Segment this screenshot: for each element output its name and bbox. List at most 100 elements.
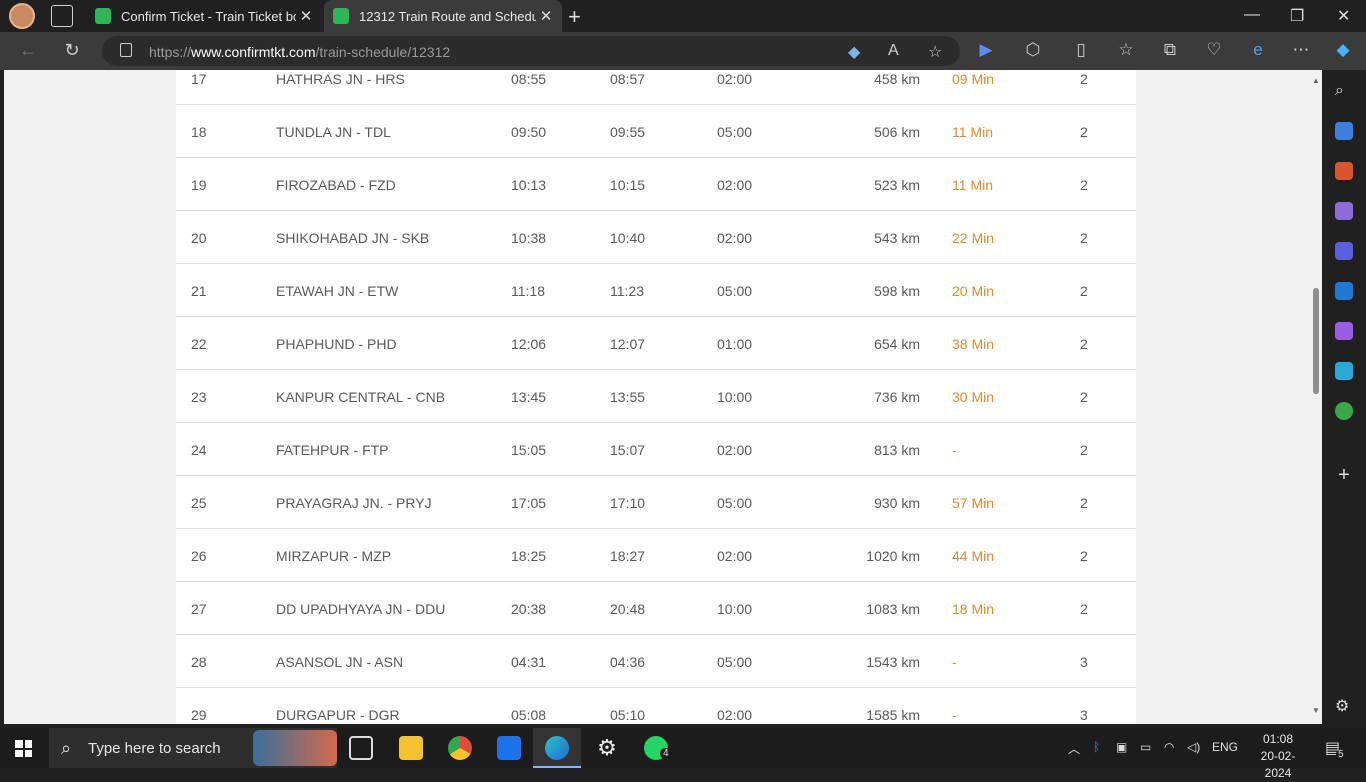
close-tab-icon[interactable]: ✕: [296, 7, 316, 25]
halt-duration: 01:00: [717, 336, 753, 352]
day-number: 2: [1080, 548, 1088, 564]
tray-chevron-icon[interactable]: ︿: [1068, 740, 1080, 757]
sidebar-settings-icon[interactable]: ⚙: [1335, 696, 1353, 715]
notification-count: 5: [1336, 749, 1346, 760]
tab-train-route[interactable]: 12312 Train Route and Schedule ✕: [324, 0, 562, 32]
station-name[interactable]: SHIKOHABAD JN - SKB: [276, 230, 429, 246]
wifi-icon[interactable]: ◠: [1164, 740, 1174, 754]
copilot-icon[interactable]: ◆: [1332, 40, 1354, 60]
internet-explorer-icon[interactable]: e: [1247, 40, 1269, 60]
confirmtkt-favicon-icon: [95, 8, 111, 24]
avg-delay: 11 Min: [952, 177, 993, 193]
halt-duration: 02:00: [717, 177, 753, 193]
bing-chat-icon[interactable]: ▶: [975, 40, 997, 60]
split-screen-icon[interactable]: ▯: [1070, 40, 1092, 60]
station-name[interactable]: HATHRAS JN - HRS: [276, 71, 405, 87]
station-name[interactable]: FIROZABAD - FZD: [276, 177, 396, 193]
station-name[interactable]: DD UPADHYAYA JN - DDU: [276, 601, 445, 617]
swiftkey-app-icon[interactable]: [497, 736, 521, 760]
station-name[interactable]: FATEHPUR - FTP: [276, 442, 389, 458]
new-tab-icon[interactable]: +: [568, 4, 581, 30]
close-window-icon[interactable]: ✕: [1337, 6, 1350, 26]
sidebar-m365-icon[interactable]: [1335, 242, 1353, 260]
file-explorer-icon[interactable]: [399, 736, 423, 760]
day-number: 2: [1080, 336, 1088, 352]
system-clock[interactable]: 01:08 20-02-2024: [1248, 731, 1308, 782]
profile-avatar[interactable]: [9, 3, 35, 29]
sidebar-add-icon[interactable]: +: [1335, 465, 1353, 485]
scrollbar-thumb[interactable]: [1313, 288, 1319, 394]
arrival-time: 17:05: [511, 495, 547, 511]
stop-number: 22: [191, 336, 207, 352]
read-aloud-icon[interactable]: A: [888, 42, 899, 60]
close-tab-icon[interactable]: ✕: [536, 7, 556, 25]
minimize-icon[interactable]: —: [1244, 6, 1260, 24]
avg-delay: 30 Min: [952, 389, 995, 405]
station-name[interactable]: ETAWAH JN - ETW: [276, 283, 398, 299]
table-row: 24 FATEHPUR - FTP 15:05 15:07 02:00 813 km - 2: [176, 423, 1136, 476]
search-highlight-image[interactable]: [253, 730, 337, 766]
sidebar-outlook-icon[interactable]: [1335, 282, 1353, 300]
station-name[interactable]: KANPUR CENTRAL - CNB: [276, 389, 445, 405]
sidebar-games-icon[interactable]: [1335, 202, 1353, 220]
departure-time: 15:07: [610, 442, 646, 458]
bluetooth-icon[interactable]: ᛒ: [1093, 740, 1100, 754]
address-bar[interactable]: https://www.confirmtkt.com/train-schedul…: [102, 36, 960, 66]
avg-delay: 38 Min: [952, 336, 995, 352]
stop-number: 20: [191, 230, 207, 246]
station-name[interactable]: ASANSOL JN - ASN: [276, 654, 403, 670]
vertical-scrollbar[interactable]: ▲ ▼: [1310, 70, 1322, 724]
favorites-icon[interactable]: ☆: [1115, 40, 1137, 60]
avg-delay: -: [952, 442, 957, 458]
tab-title: 12312 Train Route and Schedule: [359, 8, 536, 24]
departure-time: 11:23: [610, 283, 644, 299]
more-menu-icon[interactable]: ⋯: [1290, 40, 1312, 60]
coupon-tag-icon[interactable]: ◆: [848, 42, 860, 62]
windows-start-icon[interactable]: [15, 740, 32, 757]
scroll-down-icon[interactable]: ▼: [1312, 706, 1320, 715]
chrome-icon[interactable]: [448, 736, 472, 760]
task-view-icon[interactable]: [349, 736, 373, 760]
station-name[interactable]: MIRZAPUR - MZP: [276, 548, 391, 564]
tab-actions-icon[interactable]: [51, 5, 73, 27]
lock-icon[interactable]: [120, 43, 132, 57]
battery-icon[interactable]: ▭: [1140, 740, 1151, 754]
stop-number: 21: [191, 283, 207, 299]
performance-icon[interactable]: ♡: [1203, 40, 1225, 60]
stop-number: 24: [191, 442, 207, 458]
favorite-star-icon[interactable]: ☆: [928, 42, 942, 62]
station-name[interactable]: PHAPHUND - PHD: [276, 336, 397, 352]
station-name[interactable]: TUNDLA JN - TDL: [276, 124, 391, 140]
table-row: 28 ASANSOL JN - ASN 04:31 04:36 05:00 1543 km…: [176, 635, 1136, 688]
sidebar-search-icon[interactable]: ⌕: [1335, 82, 1353, 100]
station-name[interactable]: PRAYAGRAJ JN. - PRYJ: [276, 495, 432, 511]
sidebar-tools-icon[interactable]: [1335, 162, 1353, 180]
back-icon[interactable]: ←: [16, 40, 40, 61]
sidebar-designer-icon[interactable]: [1335, 322, 1353, 340]
sidebar-shopping-icon[interactable]: [1335, 122, 1353, 140]
avg-delay: 22 Min: [952, 230, 995, 246]
distance: 813 km: [874, 442, 920, 458]
station-name[interactable]: DURGAPUR - DGR: [276, 707, 400, 723]
meet-now-icon[interactable]: ▣: [1116, 740, 1127, 754]
volume-icon[interactable]: ◁): [1187, 740, 1200, 754]
collections-icon[interactable]: ⧉: [1159, 40, 1181, 60]
settings-gear-icon[interactable]: ⚙: [595, 736, 619, 760]
clock-time: 01:08: [1262, 732, 1294, 746]
refresh-icon[interactable]: ↻: [60, 40, 84, 61]
taskbar-search-box[interactable]: ⌕ Type here to search: [49, 728, 337, 768]
restore-icon[interactable]: ❐: [1290, 6, 1304, 26]
language-indicator[interactable]: ENG: [1212, 740, 1238, 754]
edge-icon[interactable]: [545, 736, 569, 760]
table-row: 25 PRAYAGRAJ JN. - PRYJ 17:05 17:10 05:00 930…: [176, 476, 1136, 529]
scroll-up-icon[interactable]: ▲: [1312, 76, 1320, 85]
arrival-time: 10:13: [511, 177, 547, 193]
sidebar-send-icon[interactable]: [1335, 362, 1353, 380]
arrival-time: 09:50: [511, 124, 547, 140]
search-placeholder: Type here to search: [88, 740, 221, 757]
sidebar-tree-icon[interactable]: [1335, 402, 1353, 420]
departure-time: 05:10: [610, 707, 646, 723]
tab-confirm-ticket[interactable]: Confirm Ticket - Train Ticket boo ✕: [86, 0, 322, 32]
train-schedule-table: 17 HATHRAS JN - HRS 08:55 08:57 02:00 458 km 0…: [176, 70, 1136, 724]
extensions-icon[interactable]: ⬡: [1022, 40, 1044, 60]
